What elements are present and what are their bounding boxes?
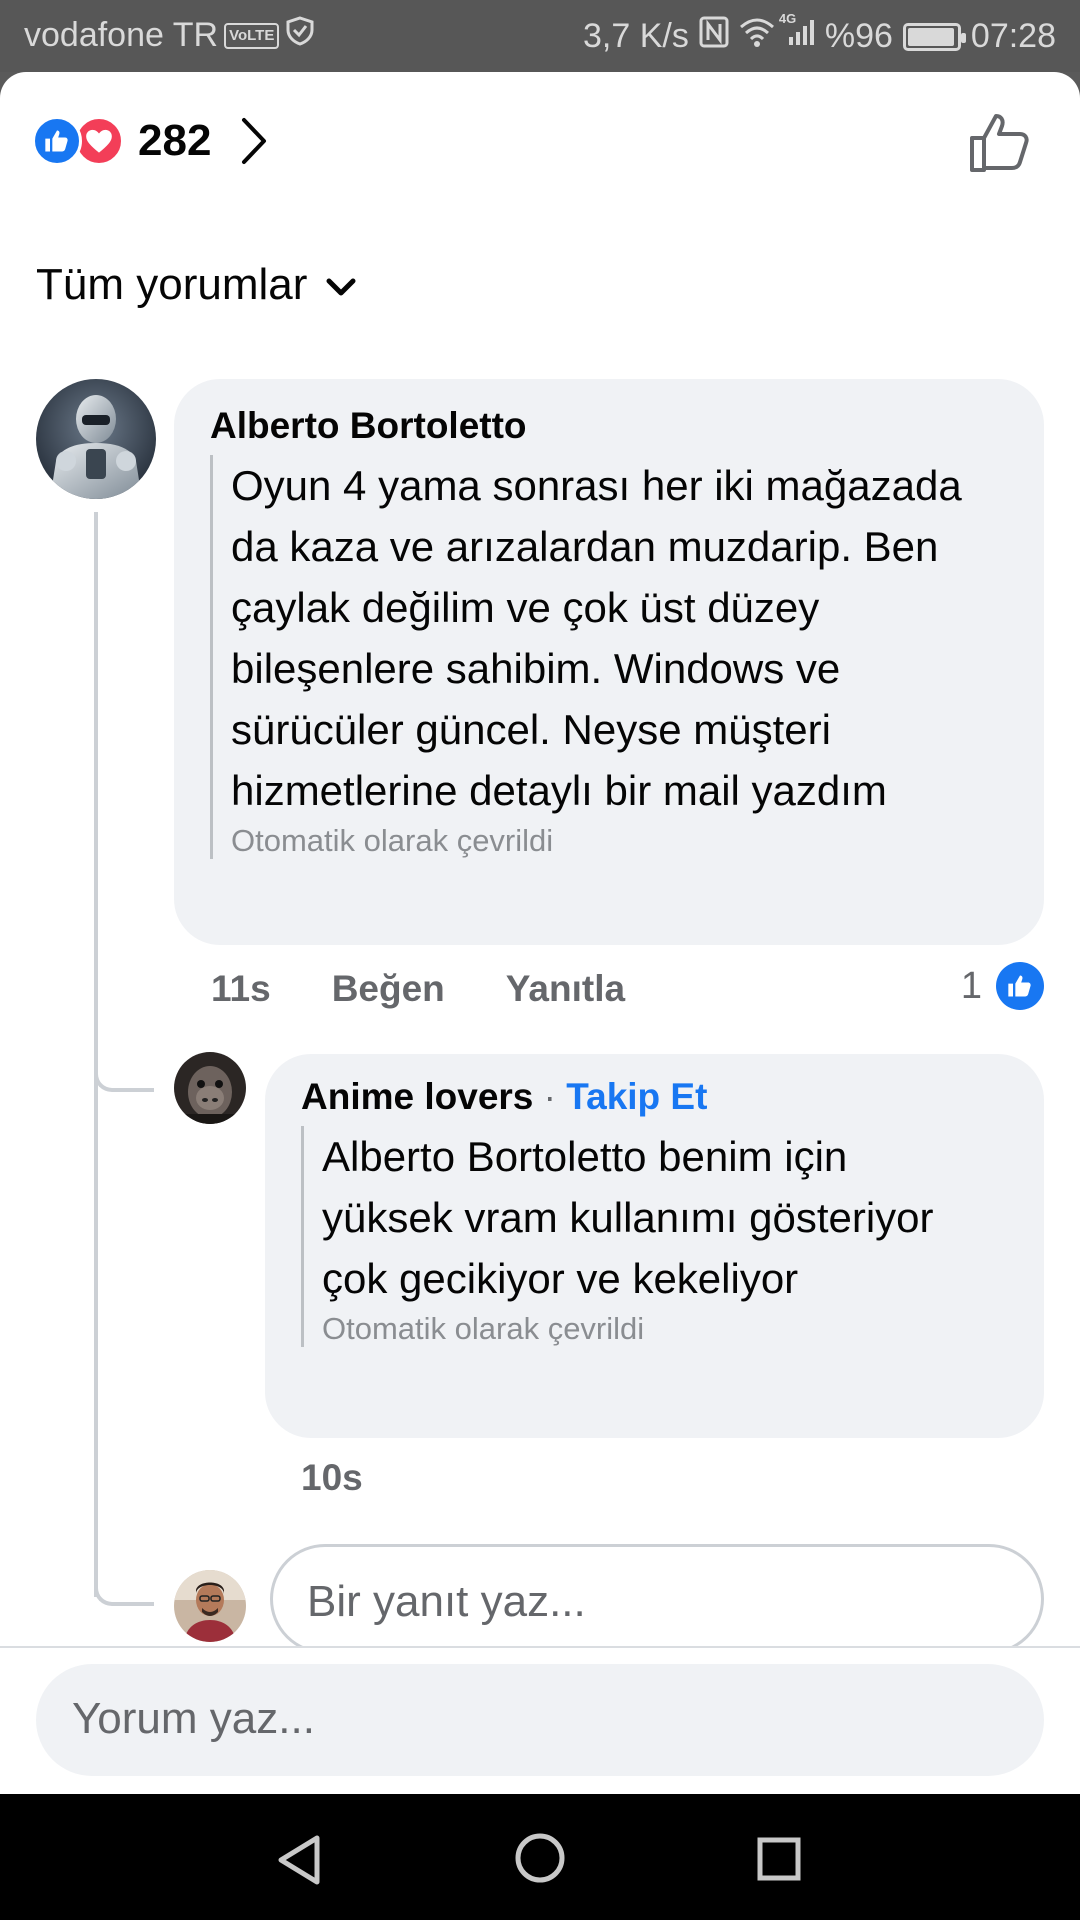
reply-author-line: Anime lovers · Takip Et (301, 1076, 1014, 1118)
comment-author[interactable]: Alberto Bortoletto (210, 405, 1014, 447)
volte-badge: VoLTE (224, 22, 280, 49)
avatar-anime-lovers[interactable] (174, 1052, 246, 1124)
back-button[interactable] (275, 1834, 325, 1891)
reply-bubble[interactable]: Anime lovers · Takip Et Alberto Bortolet… (265, 1054, 1044, 1438)
like-button[interactable]: Beğen (332, 968, 445, 1010)
status-bar: vodafone TR VoLTE 3,7 K/s 4G %96 07:28 (0, 0, 1080, 72)
clock: 07:28 (970, 17, 1056, 55)
signal-icon: 4G (779, 11, 815, 56)
reply-text: Alberto Bortoletto benim için yüksek vra… (322, 1133, 934, 1302)
recents-button[interactable] (756, 1836, 802, 1887)
wifi-icon (739, 17, 775, 56)
comment-actions: 11s Beğen Yanıtla (211, 968, 625, 1010)
follow-button[interactable]: Takip Et (566, 1076, 707, 1117)
battery-icon (902, 22, 966, 51)
like-reaction-icon (32, 116, 82, 166)
home-button[interactable] (514, 1832, 566, 1889)
reply-input[interactable]: Bir yanıt yaz... (270, 1544, 1044, 1654)
comment-body: Oyun 4 yama sonrası her iki mağazada da … (210, 455, 1014, 859)
battery-percent: %96 (824, 17, 893, 55)
comments-sheet: 282 Tüm yorumlar Alberto Bortoletto Oyun… (0, 72, 1080, 1794)
like-post-button[interactable] (968, 110, 1032, 179)
nfc-icon (699, 16, 729, 57)
comment-input[interactable]: Yorum yaz... (36, 1664, 1044, 1776)
status-bar-right: 3,7 K/s 4G %96 07:28 (583, 11, 1056, 57)
auto-translated-label[interactable]: Otomatik olarak çevrildi (231, 823, 1014, 859)
network-type: 4G (778, 11, 797, 26)
reply-actions: 10s (301, 1457, 363, 1499)
chevron-right-icon[interactable] (239, 116, 269, 166)
reply-time[interactable]: 10s (301, 1457, 363, 1499)
reaction-count: 282 (138, 116, 212, 165)
battery-fill (907, 27, 954, 46)
navigation-bar (0, 1794, 1080, 1920)
comment-like-count[interactable]: 1 (961, 962, 1044, 1010)
reply-input-placeholder: Bir yanıt yaz... (307, 1577, 586, 1626)
comment-composer: Yorum yaz... (0, 1648, 1080, 1794)
status-bar-left: vodafone TR VoLTE (24, 16, 315, 55)
like-badge-icon (996, 962, 1044, 1010)
auto-translated-label[interactable]: Otomatik olarak çevrildi (322, 1311, 1014, 1347)
separator-dot: · (543, 1076, 556, 1117)
reply-author[interactable]: Anime lovers (301, 1076, 533, 1117)
network-speed: 3,7 K/s (583, 17, 689, 55)
back-triangle-icon (278, 1835, 320, 1885)
reply-button[interactable]: Yanıtla (506, 968, 625, 1010)
comment-bubble[interactable]: Alberto Bortoletto Oyun 4 yama sonrası h… (174, 379, 1044, 945)
current-user-avatar (174, 1570, 246, 1642)
recents-square-icon (757, 1837, 801, 1881)
shield-icon (285, 16, 315, 55)
reply-body: Alberto Bortoletto benim için yüksek vra… (301, 1126, 1014, 1347)
comment-text: Oyun 4 yama sonrası her iki mağazada da … (231, 462, 962, 814)
home-circle-icon (515, 1833, 565, 1883)
thread-branch-reply (94, 972, 154, 1092)
filter-label: Tüm yorumlar (36, 260, 308, 309)
comment-input-placeholder: Yorum yaz... (72, 1694, 315, 1743)
thread-branch-input (94, 1472, 154, 1606)
comment-time[interactable]: 11s (211, 968, 271, 1010)
chevron-down-icon (325, 260, 357, 310)
like-count-number: 1 (960, 964, 982, 1007)
avatar-alberto[interactable] (36, 379, 156, 499)
thumbs-up-outline-icon (970, 114, 1029, 172)
carrier-name: vodafone TR (24, 16, 219, 54)
comment-filter-dropdown[interactable]: Tüm yorumlar (36, 260, 357, 310)
reactions-summary[interactable]: 282 (32, 116, 269, 166)
